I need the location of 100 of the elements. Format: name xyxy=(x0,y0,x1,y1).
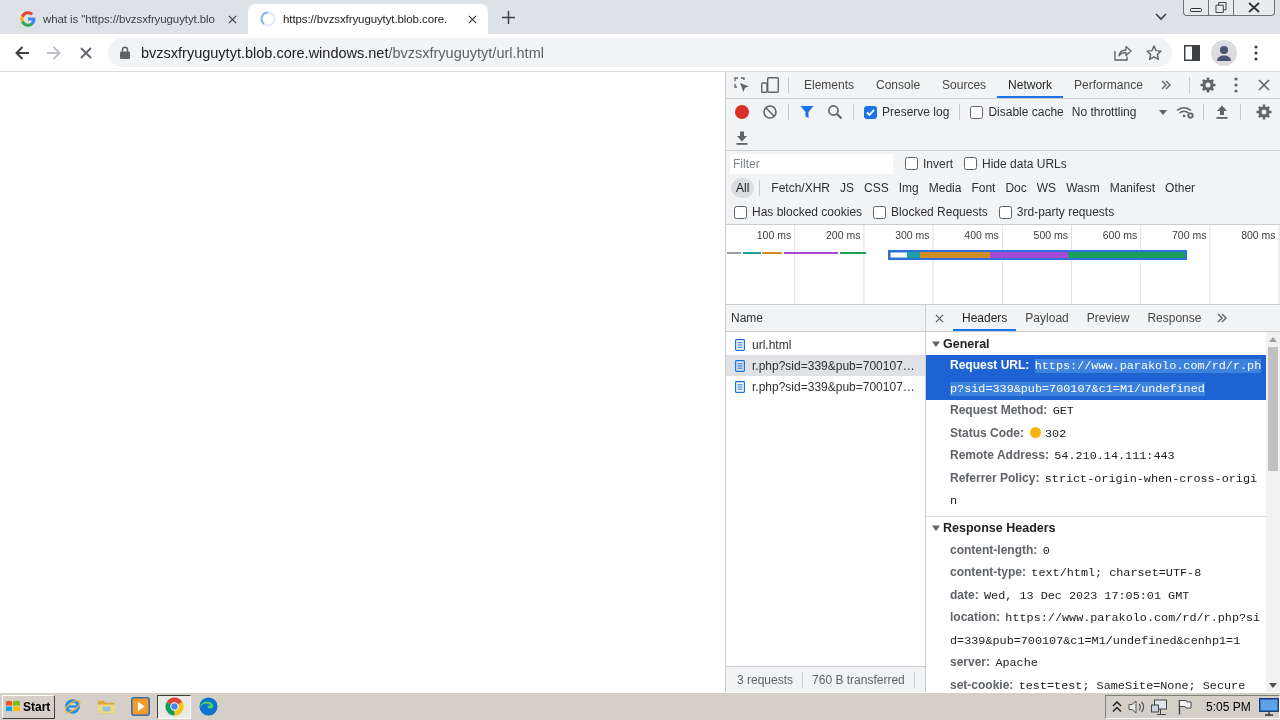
header-row: Request URL: https://www.parakolo.com/rd/r.php?sid=339&pub=700107&c1=M1/undefined xyxy=(926,355,1266,400)
browser-tab[interactable]: https://bvzsxfryuguytyt.blob.core. xyxy=(248,4,488,34)
checkbox[interactable] xyxy=(964,157,977,170)
details-tab[interactable]: Payload xyxy=(1016,305,1078,331)
type-filter-button[interactable]: Doc xyxy=(1000,178,1032,198)
ringed-globe-icon xyxy=(62,697,82,716)
share-icon[interactable] xyxy=(1114,44,1132,61)
start-button[interactable]: Start xyxy=(2,694,55,719)
checkbox[interactable] xyxy=(734,205,747,219)
close-icon[interactable] xyxy=(228,14,237,24)
type-filter-button[interactable]: Wasm xyxy=(1061,178,1105,198)
close-window-button[interactable] xyxy=(1234,0,1275,16)
filter-input[interactable]: Filter xyxy=(730,153,893,174)
checkbox[interactable] xyxy=(873,205,887,219)
monitor-icon[interactable] xyxy=(1258,697,1279,716)
segmented-circle-icon xyxy=(164,697,184,716)
details-tab[interactable]: Preview xyxy=(1077,305,1139,331)
checkbox[interactable] xyxy=(970,105,984,119)
type-filter-button[interactable]: WS xyxy=(1031,178,1062,198)
taskbar-button[interactable] xyxy=(157,694,191,719)
details-tab[interactable]: Headers xyxy=(953,305,1017,331)
devtools-tab[interactable]: Elements xyxy=(793,72,866,98)
clear-icon[interactable] xyxy=(763,105,777,119)
scrollbar[interactable] xyxy=(1266,332,1280,692)
clock[interactable]: 5:05 PM xyxy=(1206,699,1251,714)
type-filter-button[interactable]: Manifest xyxy=(1104,178,1161,198)
network-conditions-icon[interactable] xyxy=(1175,104,1194,120)
tick-label: 700 ms xyxy=(1171,229,1207,241)
devtools-tab[interactable]: Console xyxy=(865,72,932,98)
section-header[interactable]: Response Headers xyxy=(926,517,1266,539)
search-icon[interactable] xyxy=(828,105,842,119)
type-filter-button[interactable]: Font xyxy=(966,178,1001,198)
document-icon xyxy=(735,359,745,372)
close-icon[interactable] xyxy=(934,313,944,323)
status-text: 3 requests xyxy=(737,672,794,687)
request-row[interactable]: r.php?sid=339&pub=700107… xyxy=(726,355,925,376)
type-filter-button[interactable]: CSS xyxy=(859,178,894,198)
stop-icon[interactable] xyxy=(80,46,92,59)
new-tab-icon[interactable] xyxy=(502,10,515,24)
browser-tab[interactable]: what is "https://bvzsxfryuguytyt.blo xyxy=(8,4,248,34)
header-row-text: location: https://www.parakolo.com/rd/r.php?sid=339&pub=700107&c1=M1/undefined&cenhp1=1 xyxy=(949,609,1262,650)
scroll-down-icon[interactable] xyxy=(1269,683,1277,688)
header-name: Status Code: xyxy=(950,425,1024,440)
checkbox-label: Invert xyxy=(923,156,953,171)
devtools-tab[interactable]: Network xyxy=(997,72,1064,98)
upload-icon[interactable] xyxy=(1215,105,1228,119)
menu-icon[interactable] xyxy=(1234,77,1238,93)
flag-icon[interactable] xyxy=(1178,698,1192,715)
menu-icon[interactable] xyxy=(1254,44,1258,61)
checkbox[interactable] xyxy=(905,157,918,170)
tick-label: 800 ms xyxy=(1241,229,1276,241)
type-filter-button[interactable]: Fetch/XHR xyxy=(766,178,836,198)
type-filter-button[interactable]: Other xyxy=(1160,178,1201,198)
close-icon[interactable] xyxy=(1258,79,1270,91)
play-icon xyxy=(130,697,150,716)
type-filter-button[interactable]: All xyxy=(731,178,755,198)
record-icon[interactable] xyxy=(735,105,749,119)
close-icon[interactable] xyxy=(468,14,477,24)
speaker-icon[interactable] xyxy=(1128,698,1146,715)
more-tabs-icon[interactable] xyxy=(1217,313,1228,323)
device-toolbar-icon[interactable] xyxy=(761,77,779,93)
side-panel-icon[interactable] xyxy=(1184,44,1200,61)
network-computer-icon[interactable] xyxy=(1151,698,1169,715)
download-icon[interactable] xyxy=(736,130,748,145)
chevron-up-icon[interactable] xyxy=(1112,700,1122,713)
type-filter-button[interactable]: JS xyxy=(835,178,860,198)
header-value: 302 xyxy=(1045,426,1067,441)
settings-icon[interactable] xyxy=(1256,104,1272,120)
header-row-text: content-type: text/html; charset=UTF-8 xyxy=(949,564,1203,582)
scrollbar-thumb[interactable] xyxy=(1268,347,1278,471)
address-bar[interactable]: bvzsxfryuguytyt.blob.core.windows.net/bvzsxfryuguytyt/url.html xyxy=(108,38,1172,67)
inspect-element-icon[interactable] xyxy=(734,77,750,93)
request-row[interactable]: url.html xyxy=(726,334,925,355)
header-row-text: date: Wed, 13 Dec 2023 17:05:01 GMT xyxy=(949,586,1191,605)
status-text: 760 B transferred xyxy=(812,672,905,687)
document-icon xyxy=(735,380,745,393)
checkbox-label: Blocked Requests xyxy=(891,205,988,219)
checkbox[interactable] xyxy=(864,105,877,119)
profile-avatar-icon[interactable] xyxy=(1211,39,1237,66)
request-row[interactable]: r.php?sid=339&pub=700107… xyxy=(726,376,925,397)
more-tabs-icon[interactable] xyxy=(1160,80,1171,90)
settings-icon[interactable] xyxy=(1200,77,1216,93)
devtools-tab[interactable]: Performance xyxy=(1063,72,1154,98)
restore-button[interactable] xyxy=(1209,0,1234,16)
type-filter-button[interactable]: Media xyxy=(923,178,967,198)
header-row-text: content-length: 0 xyxy=(949,541,1051,560)
section-header[interactable]: General xyxy=(926,333,1266,354)
bookmark-star-icon[interactable] xyxy=(1146,44,1162,61)
checkbox-label: Preserve log xyxy=(882,105,950,119)
devtools-tab[interactable]: Sources xyxy=(931,72,998,98)
checkbox[interactable] xyxy=(998,205,1012,219)
minimize-button[interactable] xyxy=(1183,0,1209,16)
type-filter-button[interactable]: Img xyxy=(893,178,924,198)
filter-icon[interactable] xyxy=(800,105,814,119)
back-icon[interactable] xyxy=(14,44,30,61)
chevron-down-icon[interactable] xyxy=(1155,13,1167,21)
column-header[interactable]: Name xyxy=(726,305,925,332)
throttling-dropdown[interactable]: No throttling xyxy=(1067,102,1171,122)
details-tab[interactable]: Response xyxy=(1138,305,1211,331)
four-pane-flag-icon xyxy=(5,700,21,713)
